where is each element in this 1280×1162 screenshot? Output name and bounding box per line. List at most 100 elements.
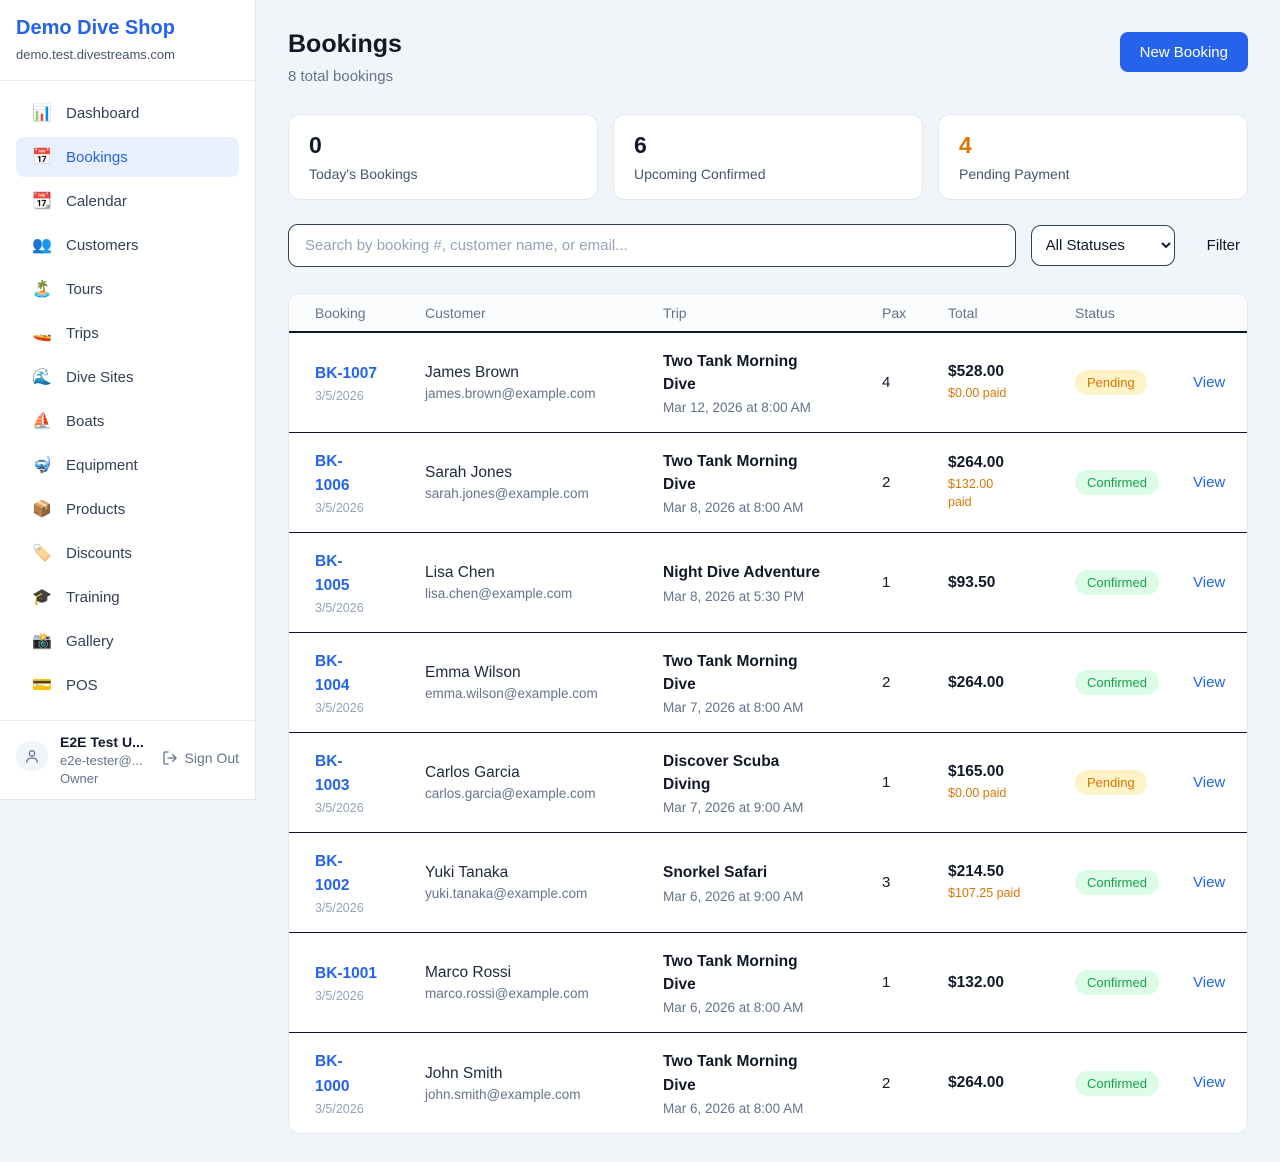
pax-count: 2 bbox=[882, 474, 948, 491]
sidebar-item-products[interactable]: 📦 Products bbox=[16, 489, 239, 529]
total-amount: $264.00 bbox=[948, 454, 1075, 472]
customer-email: marco.rossi@example.com bbox=[425, 986, 663, 1001]
booking-id-link[interactable]: BK-1005 bbox=[315, 550, 361, 598]
sign-out-button[interactable]: Sign Out bbox=[162, 750, 239, 766]
sidebar-item-tours[interactable]: 🏝️ Tours bbox=[16, 269, 239, 309]
sidebar-item-dashboard[interactable]: 📊 Dashboard bbox=[16, 93, 239, 133]
main-content: Bookings 8 total bookings New Booking 0 … bbox=[256, 0, 1280, 1134]
view-link[interactable]: View bbox=[1193, 1074, 1225, 1091]
status-badge: Confirmed bbox=[1075, 970, 1159, 995]
sidebar-item-pos[interactable]: 💳 POS bbox=[16, 665, 239, 705]
view-link[interactable]: View bbox=[1193, 774, 1225, 791]
amount-paid: $0.00 paid bbox=[948, 785, 1075, 803]
trip-name: Night Dive Adventure bbox=[663, 561, 882, 584]
sidebar-item-label: Gallery bbox=[66, 633, 114, 650]
trip-name: Two Tank Morning Dive bbox=[663, 1050, 815, 1097]
new-booking-button[interactable]: New Booking bbox=[1120, 32, 1248, 72]
pax-count: 1 bbox=[882, 974, 948, 991]
trip-datetime: Mar 6, 2026 at 8:00 AM bbox=[663, 1000, 882, 1015]
status-badge: Confirmed bbox=[1075, 670, 1159, 695]
booking-id-link[interactable]: BK-1004 bbox=[315, 650, 361, 698]
status-filter-select[interactable]: All Statuses bbox=[1031, 225, 1175, 266]
sidebar-item-gallery[interactable]: 📸 Gallery bbox=[16, 621, 239, 661]
sidebar-item-label: Calendar bbox=[66, 193, 127, 210]
dive-sites-wave-icon: 🌊 bbox=[32, 367, 52, 387]
table-body: BK-1007 3/5/2026 James Brown james.brown… bbox=[289, 333, 1247, 1133]
view-link[interactable]: View bbox=[1193, 974, 1225, 991]
trip-datetime: Mar 6, 2026 at 9:00 AM bbox=[663, 889, 882, 904]
customer-email: emma.wilson@example.com bbox=[425, 686, 663, 701]
sidebar-item-bookings[interactable]: 📅 Bookings bbox=[16, 137, 239, 177]
gallery-camera-icon: 📸 bbox=[32, 631, 52, 651]
table-row: BK-1005 3/5/2026 Lisa Chen lisa.chen@exa… bbox=[289, 533, 1247, 633]
sidebar-item-dive-sites[interactable]: 🌊 Dive Sites bbox=[16, 357, 239, 397]
view-link[interactable]: View bbox=[1193, 574, 1225, 591]
booking-date: 3/5/2026 bbox=[315, 501, 425, 515]
total-amount: $132.00 bbox=[948, 974, 1075, 992]
sign-out-icon bbox=[162, 750, 178, 766]
table-row: BK-1001 3/5/2026 Marco Rossi marco.rossi… bbox=[289, 933, 1247, 1033]
sidebar-item-calendar[interactable]: 📆 Calendar bbox=[16, 181, 239, 221]
user-role: Owner bbox=[60, 771, 144, 786]
booking-id-link[interactable]: BK-1000 bbox=[315, 1050, 361, 1098]
filter-button[interactable]: Filter bbox=[1207, 237, 1240, 254]
sidebar-item-training[interactable]: 🎓 Training bbox=[16, 577, 239, 617]
customer-name: Lisa Chen bbox=[425, 564, 663, 582]
dashboard-chart-icon: 📊 bbox=[32, 103, 52, 123]
trip-name: Discover Scuba Diving bbox=[663, 750, 815, 797]
column-header-status: Status bbox=[1075, 305, 1193, 321]
stat-label: Today's Bookings bbox=[309, 166, 577, 182]
trip-datetime: Mar 7, 2026 at 9:00 AM bbox=[663, 800, 882, 815]
status-badge: Pending bbox=[1075, 770, 1147, 795]
column-header-trip: Trip bbox=[663, 305, 882, 321]
view-link[interactable]: View bbox=[1193, 674, 1225, 691]
booking-date: 3/5/2026 bbox=[315, 389, 425, 403]
sidebar-item-trips[interactable]: 🚤 Trips bbox=[16, 313, 239, 353]
search-input[interactable] bbox=[288, 224, 1016, 267]
total-amount: $214.50 bbox=[948, 863, 1075, 881]
column-header-total: Total bbox=[948, 305, 1075, 321]
shop-domain: demo.test.divestreams.com bbox=[16, 47, 239, 62]
amount-paid: $107.25 paid bbox=[948, 885, 1075, 903]
column-header-pax: Pax bbox=[882, 305, 948, 321]
table-row: BK-1006 3/5/2026 Sarah Jones sarah.jones… bbox=[289, 433, 1247, 533]
stat-value: 0 bbox=[309, 132, 577, 159]
sidebar-item-discounts[interactable]: 🏷️ Discounts bbox=[16, 533, 239, 573]
view-link[interactable]: View bbox=[1193, 874, 1225, 891]
sidebar-item-label: Equipment bbox=[66, 457, 138, 474]
view-link[interactable]: View bbox=[1193, 474, 1225, 491]
column-header-customer: Customer bbox=[425, 305, 663, 321]
customer-name: Marco Rossi bbox=[425, 964, 663, 982]
trip-name: Snorkel Safari bbox=[663, 861, 882, 884]
user-email: e2e-tester@... bbox=[60, 753, 144, 768]
view-link[interactable]: View bbox=[1193, 374, 1225, 391]
user-icon bbox=[24, 748, 40, 764]
customer-email: john.smith@example.com bbox=[425, 1087, 663, 1102]
total-amount: $264.00 bbox=[948, 674, 1075, 692]
amount-paid: $0.00 paid bbox=[948, 385, 1075, 403]
sidebar-item-label: Bookings bbox=[66, 149, 128, 166]
sidebar-item-boats[interactable]: ⛵ Boats bbox=[16, 401, 239, 441]
sidebar-nav: 📊 Dashboard 📅 Bookings 📆 Calendar 👥 Cust… bbox=[0, 81, 255, 720]
customer-email: yuki.tanaka@example.com bbox=[425, 886, 663, 901]
sidebar-item-equipment[interactable]: 🤿 Equipment bbox=[16, 445, 239, 485]
booking-id-link[interactable]: BK-1006 bbox=[315, 450, 361, 498]
sign-out-label: Sign Out bbox=[185, 750, 239, 766]
booking-id-link[interactable]: BK-1001 bbox=[315, 962, 377, 986]
customer-name: Carlos Garcia bbox=[425, 764, 663, 782]
customer-name: Emma Wilson bbox=[425, 664, 663, 682]
calendar-icon: 📆 bbox=[32, 191, 52, 211]
page-header: Bookings 8 total bookings New Booking bbox=[288, 30, 1248, 85]
sidebar-item-customers[interactable]: 👥 Customers bbox=[16, 225, 239, 265]
sidebar-item-label: Dive Sites bbox=[66, 369, 134, 386]
user-info: E2E Test U... e2e-tester@... Owner bbox=[60, 734, 144, 786]
booking-id-link[interactable]: BK-1007 bbox=[315, 362, 377, 386]
booking-id-link[interactable]: BK-1003 bbox=[315, 750, 361, 798]
sidebar-item-label: Products bbox=[66, 501, 125, 518]
booking-id-link[interactable]: BK-1002 bbox=[315, 850, 361, 898]
sidebar: Demo Dive Shop demo.test.divestreams.com… bbox=[0, 0, 256, 800]
pax-count: 1 bbox=[882, 574, 948, 591]
customer-name: Sarah Jones bbox=[425, 464, 663, 482]
stat-card-upcoming-confirmed: 6 Upcoming Confirmed bbox=[613, 114, 923, 200]
bookings-calendar-icon: 📅 bbox=[32, 147, 52, 167]
